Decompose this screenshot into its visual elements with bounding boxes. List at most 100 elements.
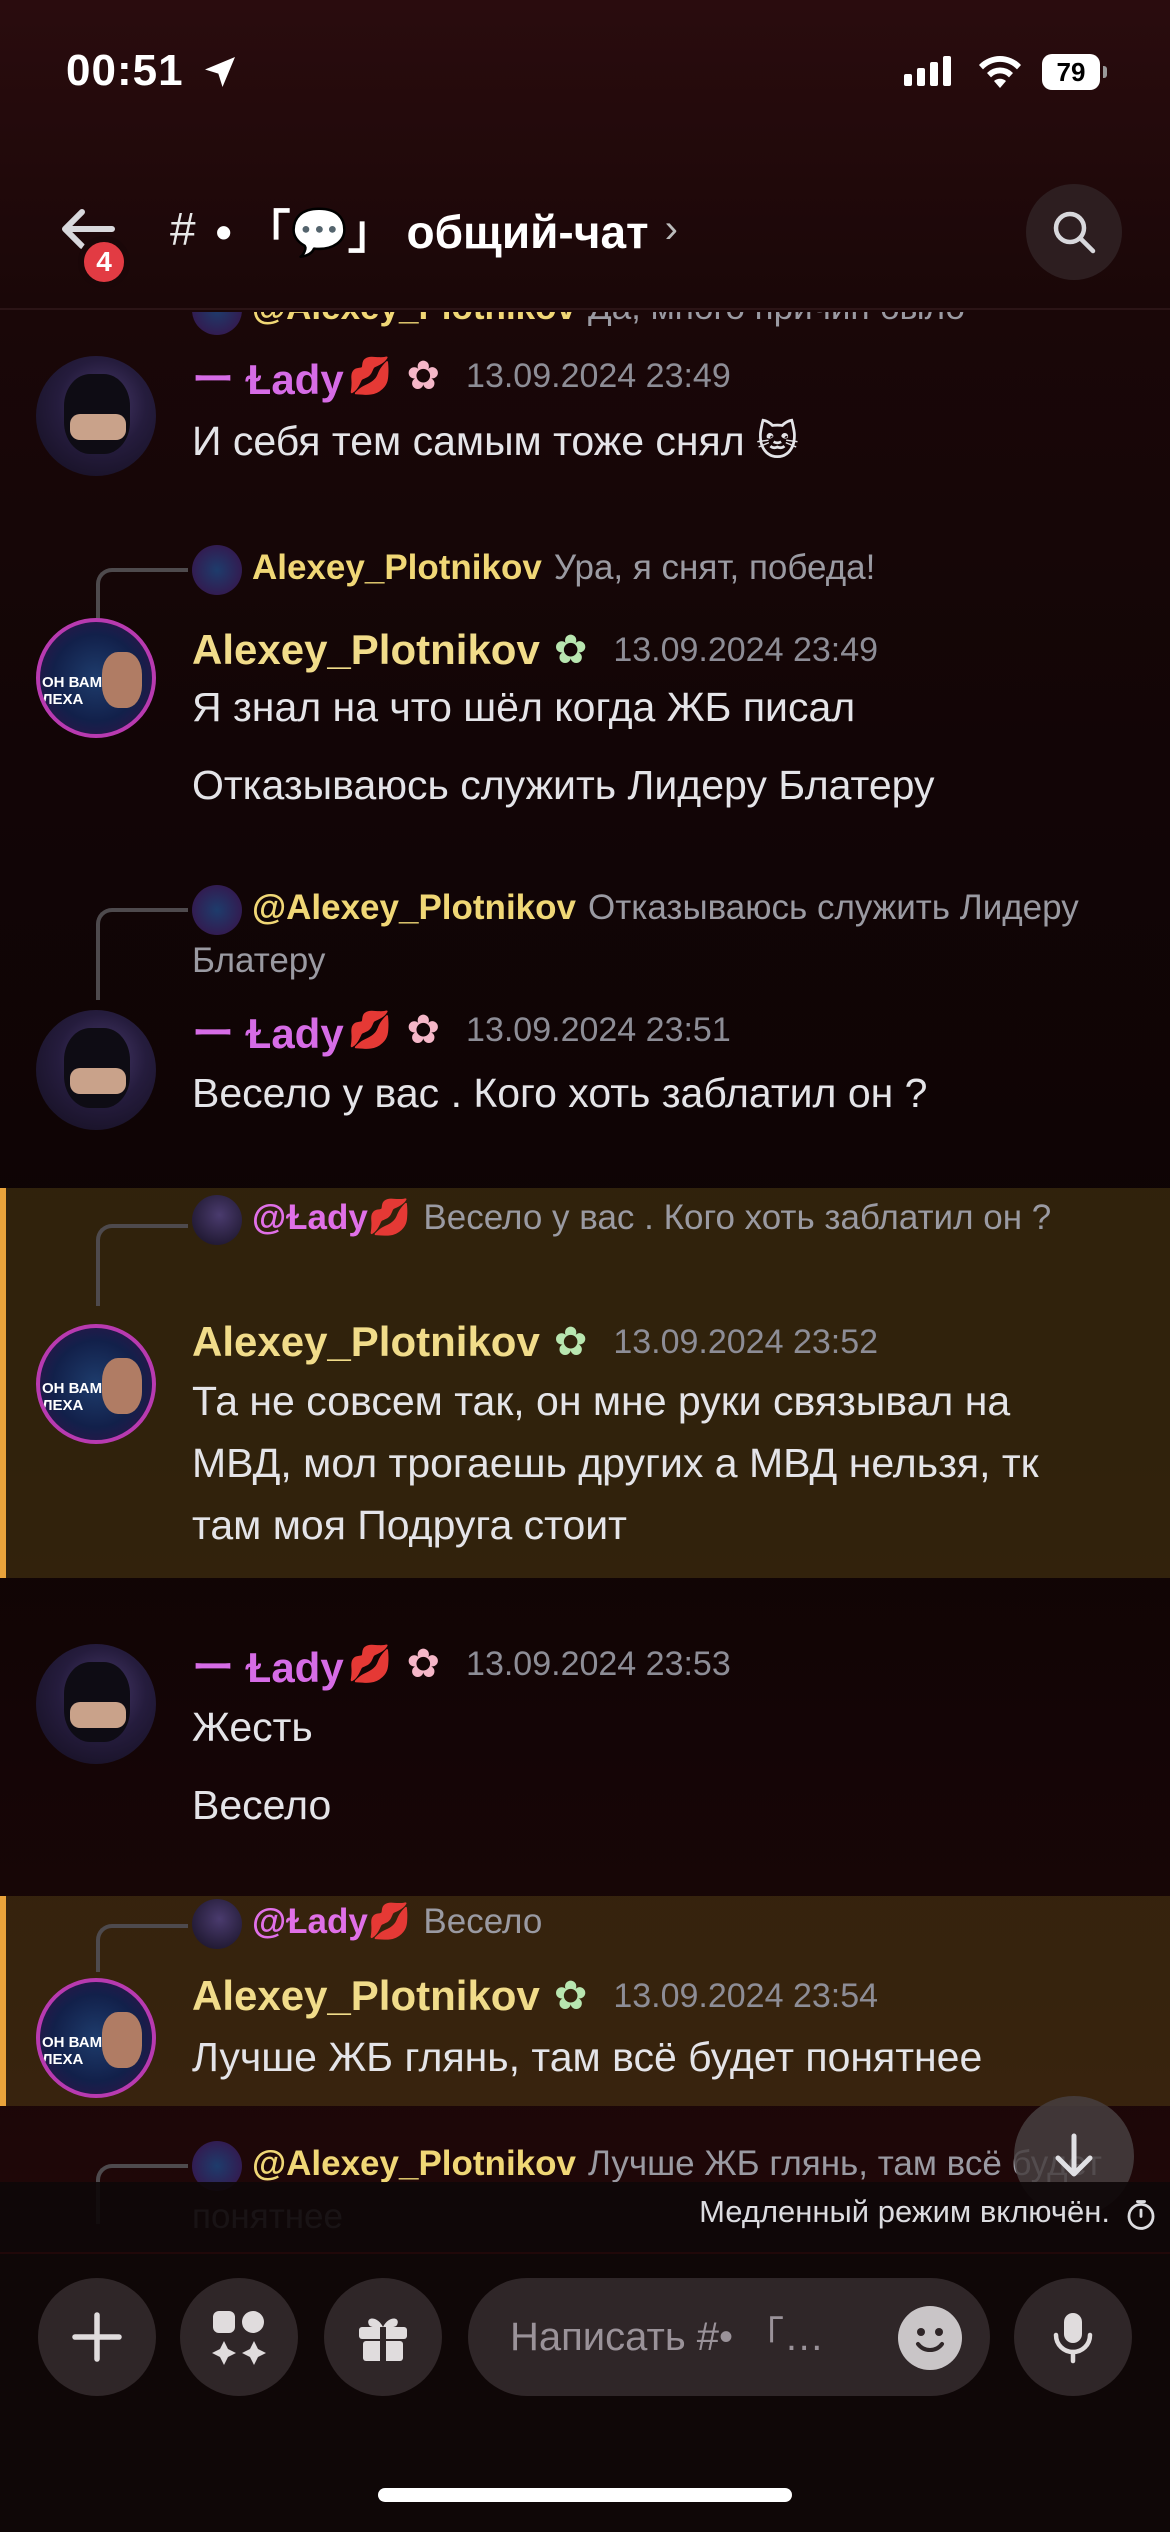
- channel-header: 4 # • 「💬」 общий-чат ›: [0, 150, 1170, 310]
- message-text: И себя тем самым тоже снял 🐱: [192, 418, 799, 464]
- role-flower-icon: ✿: [406, 1642, 441, 1686]
- unread-badge: 4: [78, 236, 130, 288]
- apps-sparkle-icon: [212, 2311, 266, 2365]
- reply-connector: [96, 568, 188, 622]
- message-text: Весело у вас . Кого хоть заблатил он ?: [192, 1070, 928, 1116]
- message-header: ー Ɫady 💋 ✿ 13.09.2024 23:53: [192, 1634, 731, 1694]
- message-text: Я знал на что шёл когда ЖБ писал: [192, 684, 856, 730]
- reply-preview[interactable]: @Alexey_Plotnikov Отказываюсь служить Лид…: [192, 882, 1130, 987]
- author-name[interactable]: ー Ɫady: [192, 1000, 344, 1061]
- avatar-face: [102, 652, 142, 708]
- avatar-face: [102, 2012, 142, 2068]
- author-name[interactable]: Alexey_Plotnikov: [192, 626, 540, 674]
- timestamp: 13.09.2024 23:53: [466, 1644, 731, 1683]
- avatar[interactable]: [36, 1010, 156, 1130]
- timer-icon: [1127, 2200, 1155, 2230]
- message[interactable]: Alexey_Plotnikov Ура, я снят, победа! ОН …: [0, 532, 1170, 862]
- add-attachment-button[interactable]: [38, 2278, 156, 2396]
- message-input-container: [468, 2278, 990, 2396]
- message[interactable]: ー Ɫady 💋 ✿ 13.09.2024 23:49 И себя тем с…: [0, 312, 1170, 482]
- reply-preview[interactable]: @Ɫady💋 Весело: [192, 1896, 1130, 1949]
- timestamp: 13.09.2024 23:52: [613, 1322, 879, 1361]
- avatar[interactable]: ОН ВАМ НЕ ЛЕХА: [36, 618, 156, 738]
- reply-avatar: [192, 1194, 242, 1245]
- message-text: Жесть: [192, 1704, 313, 1750]
- lips-badge-icon: 💋: [347, 355, 393, 396]
- reply-avatar: [192, 544, 242, 595]
- reply-avatar: [192, 1898, 242, 1949]
- message[interactable]: @Alexey_Plotnikov Отказываюсь служить Лид…: [0, 872, 1170, 1162]
- reply-connector: [96, 1924, 188, 1972]
- author-name[interactable]: Alexey_Plotnikov: [192, 1318, 540, 1366]
- slowmode-text: Медленный режим включён.: [699, 2194, 1110, 2229]
- reply-author: @Ɫady💋: [252, 1198, 412, 1237]
- cellular-signal-icon: [904, 56, 951, 86]
- role-flower-icon: ✿: [406, 1008, 441, 1052]
- message-mention[interactable]: @Ɫady💋 Весело ОН ВАМ НЕ ЛЕХА Alexey_Plotn…: [0, 1896, 1170, 2106]
- smiley-face-icon: [916, 2328, 944, 2352]
- timestamp: 13.09.2024 23:49: [466, 356, 731, 395]
- message-text: Та не совсем так, он мне руки связывал н…: [192, 1378, 1039, 1548]
- search-button[interactable]: [1026, 184, 1122, 280]
- status-bar: 00:51 79: [0, 0, 1170, 150]
- role-flower-icon: ✿: [553, 1974, 588, 2018]
- plus-icon: [72, 2312, 122, 2362]
- message-text: Лучше ЖБ глянь, там всё будет понятнее: [192, 2034, 983, 2080]
- gift-button[interactable]: [324, 2278, 442, 2396]
- author-name[interactable]: Alexey_Plotnikov: [192, 1972, 540, 2020]
- channel-name: • 「💬」 общий-чат: [215, 206, 649, 258]
- apps-button[interactable]: [180, 2278, 298, 2396]
- chevron-right-icon: ›: [664, 206, 678, 251]
- message-text: Весело: [192, 1782, 332, 1828]
- voice-message-button[interactable]: [1014, 2278, 1132, 2396]
- message-header: ー Ɫady 💋 ✿ 13.09.2024 23:51: [192, 1000, 731, 1060]
- avatar-face: [102, 1358, 142, 1414]
- location-arrow-icon: [205, 57, 235, 87]
- avatar[interactable]: ОН ВАМ НЕ ЛЕХА: [36, 1978, 156, 2098]
- wifi-icon: [979, 56, 1021, 88]
- channel-hash-icon: #: [170, 203, 196, 255]
- message-list[interactable]: @Alexey_PlotnikovДа, много причин было ー…: [0, 312, 1170, 2248]
- reply-text: Ура, я снят, победа!: [553, 548, 876, 587]
- emoji-button[interactable]: [898, 2306, 962, 2370]
- battery-indicator: 79: [1042, 54, 1107, 90]
- avatar[interactable]: ОН ВАМ НЕ ЛЕХА: [36, 1324, 156, 1444]
- timestamp: 13.09.2024 23:51: [466, 1010, 731, 1049]
- message-header: Alexey_Plotnikov ✿ 13.09.2024 23:52: [192, 1312, 878, 1372]
- avatar[interactable]: [36, 1644, 156, 1764]
- reply-preview[interactable]: @Ɫady💋 Весело у вас . Кого хоть заблатил …: [192, 1192, 1130, 1245]
- message-text: Отказываюсь служить Лидеру Блатеру: [192, 762, 935, 808]
- reply-text: Весело у вас . Кого хоть заблатил он ?: [423, 1198, 1052, 1237]
- slowmode-bar: Медленный режим включён.: [0, 2182, 1170, 2252]
- message-header: Alexey_Plotnikov ✿ 13.09.2024 23:49: [192, 620, 878, 680]
- arrow-down-icon: [1055, 2133, 1093, 2177]
- message-input[interactable]: [510, 2278, 890, 2396]
- reply-text: Весело: [423, 1902, 543, 1941]
- message-mention[interactable]: @Ɫady💋 Весело у вас . Кого хоть заблатил …: [0, 1188, 1170, 1578]
- message-header: ー Ɫady 💋 ✿ 13.09.2024 23:49: [192, 346, 731, 406]
- avatar[interactable]: [36, 356, 156, 476]
- author-name[interactable]: ー Ɫady: [192, 1634, 344, 1695]
- reply-author: @Ɫady💋: [252, 1902, 412, 1941]
- role-flower-icon: ✿: [553, 1320, 588, 1364]
- message-header: Alexey_Plotnikov ✿ 13.09.2024 23:54: [192, 1966, 878, 2026]
- author-name[interactable]: ー Ɫady: [192, 346, 344, 407]
- reply-connector: [96, 908, 188, 1000]
- clock: 00:51: [66, 46, 184, 95]
- role-flower-icon: ✿: [553, 628, 588, 672]
- timestamp: 13.09.2024 23:49: [613, 630, 879, 669]
- reply-author: @Alexey_Plotnikov: [252, 2144, 576, 2183]
- reply-connector: [96, 1224, 188, 1306]
- reply-author: @Alexey_Plotnikov: [252, 888, 576, 927]
- timestamp: 13.09.2024 23:54: [613, 1976, 879, 2015]
- reply-preview[interactable]: Alexey_Plotnikov Ура, я снят, победа!: [192, 542, 1130, 595]
- home-indicator[interactable]: [378, 2488, 792, 2502]
- lips-badge-icon: 💋: [347, 1009, 393, 1050]
- message[interactable]: ー Ɫady 💋 ✿ 13.09.2024 23:53 Жесть Весело: [0, 1602, 1170, 1842]
- search-icon: [1053, 211, 1096, 254]
- reply-author: Alexey_Plotnikov: [252, 548, 542, 587]
- lips-badge-icon: 💋: [347, 1643, 393, 1684]
- role-flower-icon: ✿: [406, 354, 441, 398]
- channel-title[interactable]: # • 「💬」 общий-чат ›: [170, 194, 678, 264]
- gift-icon: [359, 2318, 407, 2361]
